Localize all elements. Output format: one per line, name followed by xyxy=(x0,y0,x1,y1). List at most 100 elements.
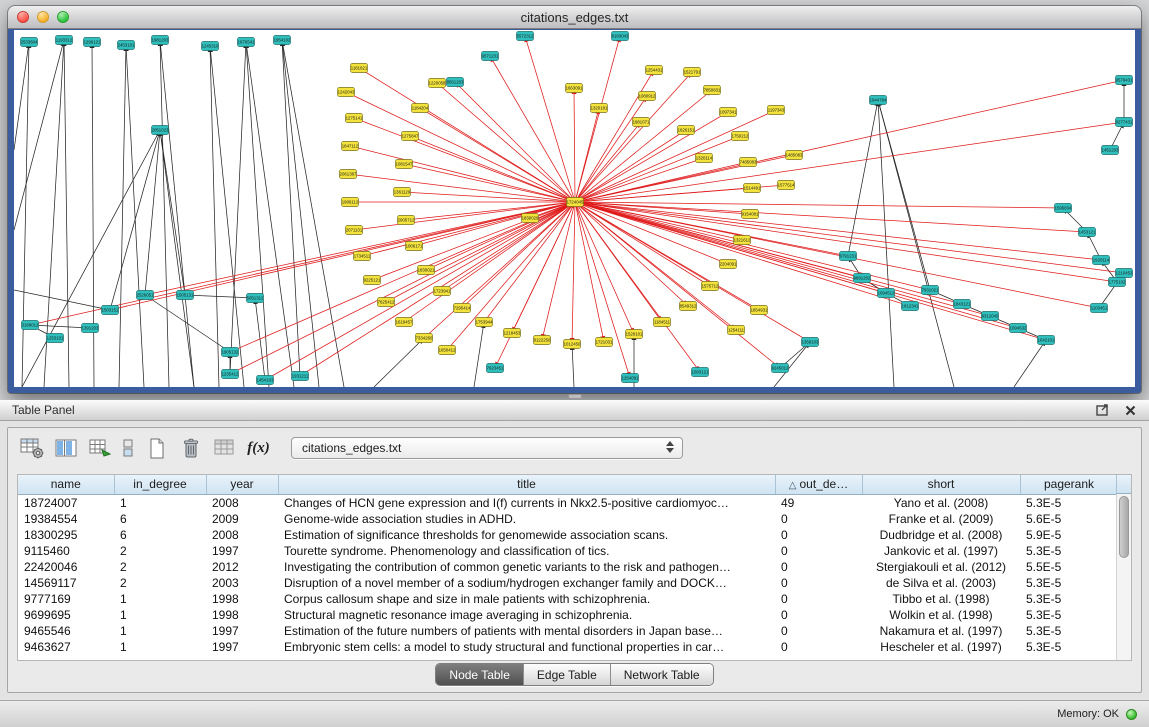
graph-node[interactable]: 2005712 xyxy=(398,216,415,225)
graph-edge[interactable] xyxy=(878,100,954,387)
graph-node[interactable]: 1012450 xyxy=(564,340,581,349)
graph-node[interactable]: 8183043 xyxy=(612,32,629,41)
table-row[interactable]: 2242004622012Investigating the contribut… xyxy=(18,559,1118,575)
graph-node[interactable]: 2453101 xyxy=(118,41,135,50)
graph-node[interactable]: 1210453 xyxy=(1116,269,1133,278)
column-header[interactable]: in_degree xyxy=(114,475,206,494)
tab-node-table[interactable]: Node Table xyxy=(436,664,524,685)
graph-edge[interactable] xyxy=(374,338,424,387)
graph-edge[interactable] xyxy=(575,202,810,342)
import-table-button[interactable] xyxy=(86,435,113,461)
graph-node[interactable]: 7295414 xyxy=(454,304,471,313)
graph-edge[interactable] xyxy=(575,202,1124,273)
graph-node[interactable]: 1981071 xyxy=(633,118,650,127)
graph-node[interactable]: 1181021 xyxy=(351,64,368,73)
table-row[interactable]: 1830029562008Estimation of significance … xyxy=(18,527,1118,543)
graph-node[interactable]: 1197343 xyxy=(768,106,785,115)
graph-node[interactable]: 9277431 xyxy=(1116,118,1133,127)
memory-status-icon[interactable] xyxy=(1126,709,1137,720)
graph-node[interactable]: 9891202 xyxy=(854,274,871,283)
minimize-window-icon[interactable] xyxy=(37,11,49,23)
close-panel-icon[interactable] xyxy=(1123,403,1137,417)
graph-node[interactable]: 1275141 xyxy=(346,114,363,123)
graph-node[interactable]: 1245310 xyxy=(202,42,219,51)
graph-edge[interactable] xyxy=(575,202,634,334)
graph-node[interactable]: 1253101 xyxy=(47,334,64,343)
graph-edge[interactable] xyxy=(878,100,894,387)
graph-node[interactable]: 1575712 xyxy=(702,282,719,291)
column-header[interactable]: year xyxy=(206,475,278,494)
graph-node[interactable]: 7485083 xyxy=(740,158,757,167)
graph-node[interactable]: 1235412 xyxy=(222,370,239,379)
graph-node[interactable]: 7931021 xyxy=(922,286,939,295)
graph-node[interactable]: 5572312 xyxy=(517,32,534,41)
graph-edge[interactable] xyxy=(246,42,269,387)
graph-node[interactable]: 1093121 xyxy=(692,368,709,377)
table-row[interactable]: 946362711997Embryonic stem cells: a mode… xyxy=(18,639,1118,655)
graph-node[interactable]: 9312045 xyxy=(982,312,999,321)
graph-edge[interactable] xyxy=(575,202,604,342)
graph-node[interactable]: 2526051 xyxy=(137,291,154,300)
graph-edge[interactable] xyxy=(22,130,160,387)
graph-node[interactable]: 1184204 xyxy=(412,104,429,113)
graph-edge[interactable] xyxy=(92,42,94,387)
graph-node[interactable]: 1254111 xyxy=(728,326,745,335)
graph-edge[interactable] xyxy=(437,83,575,202)
graph-node[interactable]: 1097341 xyxy=(720,108,737,117)
graph-node[interactable]: 1514491 xyxy=(744,184,761,193)
table-row[interactable]: 969969511998Structural magnetic resonanc… xyxy=(18,607,1118,623)
graph-edge[interactable] xyxy=(1014,340,1046,387)
graph-edge[interactable] xyxy=(404,202,575,322)
graph-node[interactable]: 1812341 xyxy=(902,302,919,311)
graph-edge[interactable] xyxy=(442,202,575,291)
graph-node[interactable]: 1619457 xyxy=(396,318,413,327)
graph-node[interactable]: 1521791 xyxy=(684,68,701,77)
graph-node[interactable]: 1954102 xyxy=(274,36,291,45)
graph-node[interactable]: 9154081 xyxy=(742,210,759,219)
graph-edge[interactable] xyxy=(119,45,126,387)
graph-edge[interactable] xyxy=(210,46,244,387)
graph-node[interactable]: 1358103 xyxy=(802,338,819,347)
graph-node[interactable]: 1595834 xyxy=(1055,204,1072,213)
graph-node[interactable]: 1103451 xyxy=(1091,304,1108,313)
table-options-button[interactable] xyxy=(18,435,45,461)
graph-edge[interactable] xyxy=(145,202,575,295)
graph-edge[interactable] xyxy=(354,118,575,202)
graph-node[interactable]: 1094532 xyxy=(1010,324,1027,333)
graph-edge[interactable] xyxy=(575,122,1124,202)
graph-node[interactable]: 7623451 xyxy=(487,364,504,373)
graph-node[interactable]: 1453121 xyxy=(1079,228,1096,237)
graph-node[interactable]: 1321612 xyxy=(734,236,751,245)
graph-node[interactable]: 1843121 xyxy=(954,300,971,309)
graph-node[interactable]: 1734511 xyxy=(354,252,371,261)
table-row[interactable]: 1938455462009Genome-wide association stu… xyxy=(18,511,1118,527)
graph-node[interactable]: 1275847 xyxy=(402,132,419,141)
graph-edge[interactable] xyxy=(160,130,194,387)
column-header[interactable]: pagerank xyxy=(1020,475,1118,494)
graph-edge[interactable] xyxy=(185,295,255,298)
graph-node[interactable]: 1775102 xyxy=(1109,278,1126,287)
graph-edge[interactable] xyxy=(265,202,575,380)
graph-node[interactable]: 1854931 xyxy=(751,306,768,315)
scrollbar-thumb[interactable] xyxy=(1119,496,1129,558)
graph-node[interactable]: 9245012 xyxy=(772,364,789,373)
delete-table-button[interactable] xyxy=(177,435,204,461)
table-row[interactable]: 1456911722003Disruption of a novel membe… xyxy=(18,575,1118,591)
graph-node[interactable]: 1218453 xyxy=(504,329,521,338)
graph-node[interactable]: 1320114 xyxy=(696,154,713,163)
graph-edge[interactable] xyxy=(462,202,575,308)
graph-node[interactable]: 1006171 xyxy=(406,242,423,251)
graph-node[interactable]: 2533604 xyxy=(21,38,38,47)
graph-edge[interactable] xyxy=(14,42,29,150)
graph-node[interactable]: 1528101 xyxy=(626,330,643,339)
graph-edge[interactable] xyxy=(575,202,1018,328)
graph-edge[interactable] xyxy=(350,146,575,202)
graph-node[interactable]: 1753944 xyxy=(476,318,493,327)
graph-node[interactable]: 1830021 xyxy=(418,266,435,275)
graph-edge[interactable] xyxy=(14,290,110,310)
select-rows-button[interactable] xyxy=(120,435,136,461)
column-header[interactable]: △out_de… xyxy=(775,475,862,494)
network-table-selector[interactable]: citations_edges.txt xyxy=(291,437,683,459)
graph-node[interactable]: 1184511 xyxy=(654,318,671,327)
graph-edge[interactable] xyxy=(145,130,160,295)
